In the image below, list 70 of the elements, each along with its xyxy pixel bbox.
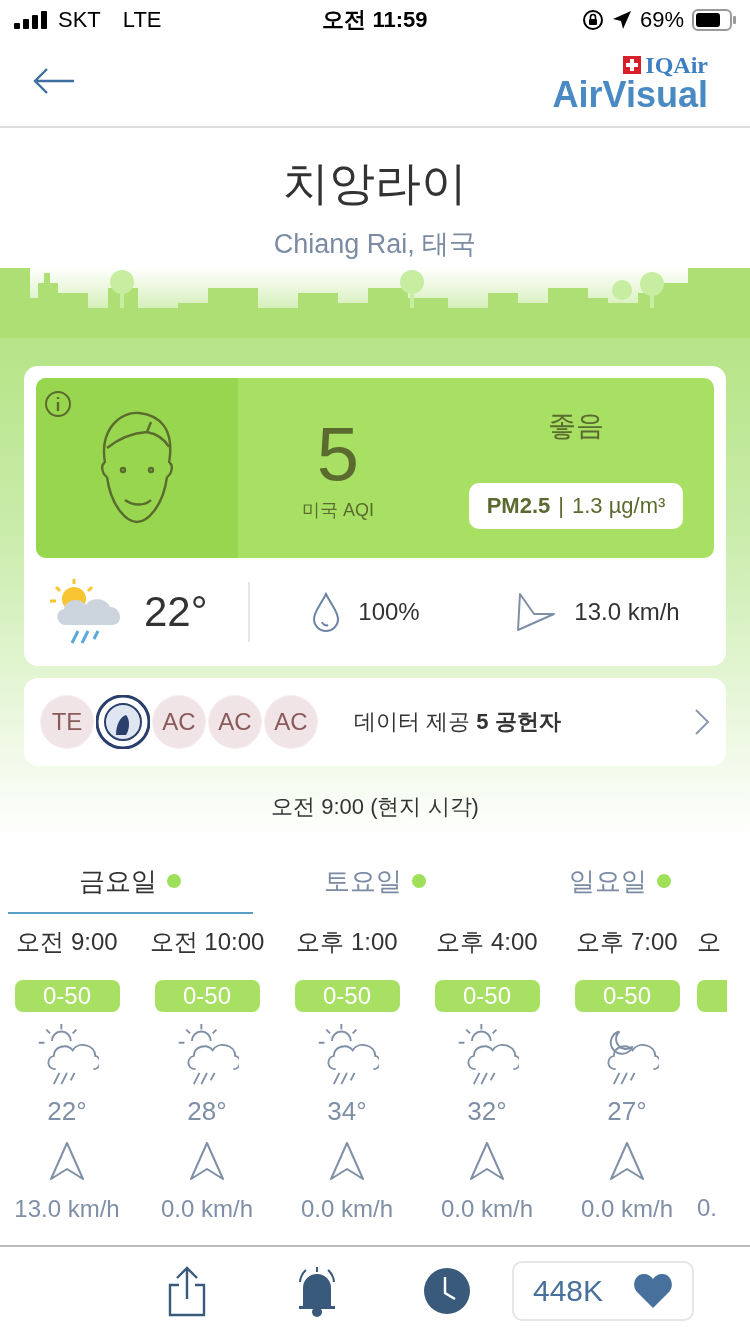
forecast-temperature: 34° <box>327 1096 367 1127</box>
swiss-cross-icon <box>623 56 642 74</box>
clock-time: 오전 11:59 <box>322 6 428 34</box>
day-tab[interactable]: 금요일 <box>8 850 253 914</box>
carrier-name: SKT <box>58 7 101 33</box>
chevron-right-icon[interactable] <box>694 708 710 736</box>
city-name: 치앙라이 <box>283 156 467 211</box>
water-drop-icon <box>312 592 341 632</box>
aqi-badge: 0-50 <box>574 980 680 1012</box>
like-button[interactable]: 448K <box>512 1260 694 1321</box>
seal-logo-icon <box>96 695 150 749</box>
forecast-wind: 0.0 km/h <box>580 1195 673 1223</box>
location-arrow-icon <box>611 10 632 30</box>
wind-arrow-icon <box>327 1141 367 1181</box>
wind-speed: 13.0 km/h <box>574 598 680 626</box>
forecast-wind: 0.0 km/h <box>300 1195 393 1223</box>
battery-icon <box>692 9 736 31</box>
wind-arrow-icon <box>607 1141 647 1181</box>
wind-arrow-icon <box>47 1141 87 1181</box>
forecast-time: 오후 7:00 <box>576 927 678 957</box>
heart-icon <box>633 1272 674 1309</box>
aqi-value: 5 <box>316 414 360 494</box>
city-subtitle: Chiang Rai, 태국 <box>273 228 477 261</box>
wind-arrow-icon <box>467 1141 507 1181</box>
pollutant-reading: PM2.5 | 1.3 µg/m³ <box>468 483 684 529</box>
forecast-wind: 13.0 km/h <box>14 1195 120 1223</box>
wind-arrow-icon <box>187 1141 227 1181</box>
rotation-lock-icon <box>581 9 604 31</box>
aqi-badge: 0-50 <box>14 980 120 1012</box>
aqi-badge <box>697 980 727 1012</box>
status-dot <box>656 874 671 888</box>
forecast-temperature: 27° <box>607 1096 647 1127</box>
contributor-avatar: AC <box>264 695 318 749</box>
aqi-unit-label: 미국 AQI <box>302 499 374 522</box>
forecast-wind: 0.0 km/h <box>440 1195 533 1223</box>
contributor-avatar: AC <box>152 695 206 749</box>
contributor-avatar: AC <box>208 695 262 749</box>
battery-percent: 69% <box>639 7 684 33</box>
info-icon[interactable] <box>44 390 72 418</box>
forecast-time: 오후 4:00 <box>436 927 538 957</box>
share-icon[interactable] <box>167 1264 207 1317</box>
local-time: 오전 9:00 (현지 시각) <box>271 794 479 819</box>
app-logo-text: AirVisual <box>552 77 708 113</box>
contributors-text[interactable]: 데이터 제공 5 공헌자 <box>354 707 694 737</box>
forecast-time: 오전 10:00 <box>149 927 265 957</box>
air-quality-status: 좋음 <box>548 409 604 443</box>
temperature: 22° <box>144 588 208 636</box>
aqi-badge: 0-50 <box>434 980 540 1012</box>
status-dot <box>412 874 426 888</box>
forecast-time: 오전 9:00 <box>16 927 118 957</box>
forecast-temperature: 32° <box>467 1096 507 1127</box>
humidity-value: 100% <box>358 598 420 626</box>
day-tab[interactable]: 토요일 <box>252 850 498 914</box>
forecast-wind: 0. <box>697 1194 717 1222</box>
aqi-badge: 0-50 <box>154 980 260 1012</box>
wind-arrow-icon <box>516 592 557 632</box>
forecast-time: 오후 1:00 <box>296 927 398 957</box>
network-type: LTE <box>122 7 162 33</box>
clock-icon[interactable] <box>423 1266 471 1315</box>
brand-label: IQAir <box>645 53 708 77</box>
aqi-badge: 0-50 <box>294 980 400 1012</box>
status-dot <box>167 874 182 888</box>
back-arrow-icon[interactable] <box>32 66 76 96</box>
day-tab[interactable]: 일요일 <box>497 850 742 914</box>
forecast-temperature: 28° <box>187 1096 227 1127</box>
contributor-avatar: TE <box>40 695 94 749</box>
signal-icon <box>14 11 50 29</box>
forecast-wind: 0.0 km/h <box>160 1195 253 1223</box>
forecast-time: 오 <box>697 927 721 957</box>
forecast-temperature: 22° <box>47 1096 87 1127</box>
